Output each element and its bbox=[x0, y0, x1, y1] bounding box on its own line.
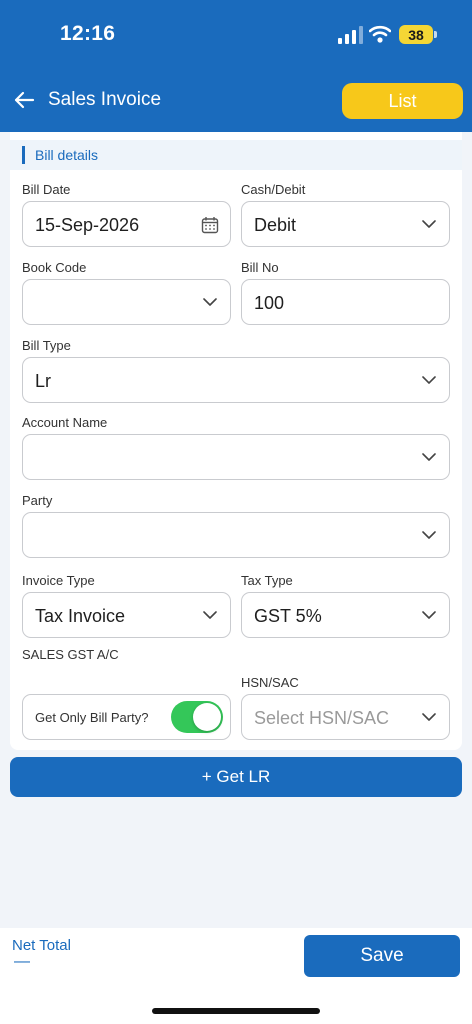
party-label: Party bbox=[22, 493, 53, 508]
bill-no-value: 100 bbox=[254, 293, 285, 313]
bill-no-label: Bill No bbox=[241, 260, 279, 275]
tax-type-value: GST 5% bbox=[254, 606, 322, 626]
tax-type-label: Tax Type bbox=[241, 573, 293, 588]
bill-details-card: Bill details Bill Date 15-Sep-2026 Cash/… bbox=[10, 132, 462, 750]
book-code-select[interactable] bbox=[22, 279, 231, 325]
party-select[interactable] bbox=[22, 512, 450, 558]
cash-debit-select[interactable]: Debit bbox=[241, 201, 450, 247]
bill-type-label: Bill Type bbox=[22, 338, 71, 353]
invoice-type-label: Invoice Type bbox=[22, 573, 95, 588]
tax-type-select[interactable]: GST 5% bbox=[241, 592, 450, 638]
net-total-value: — bbox=[14, 953, 30, 970]
chevron-down-icon bbox=[422, 220, 436, 228]
battery-icon: 38 bbox=[399, 25, 437, 44]
bill-date-value: 15-Sep-2026 bbox=[35, 215, 140, 235]
cash-debit-value: Debit bbox=[254, 215, 297, 235]
footer: Net Total — Save bbox=[0, 928, 472, 1024]
sales-gst-label: SALES GST A/C bbox=[22, 647, 119, 662]
hsn-sac-label: HSN/SAC bbox=[241, 675, 299, 690]
section-accent-bar bbox=[22, 146, 25, 164]
chevron-down-icon bbox=[422, 531, 436, 539]
bill-type-select[interactable]: Lr bbox=[22, 357, 450, 403]
get-only-bill-party-label: Get Only Bill Party? bbox=[35, 710, 149, 725]
chevron-down-icon bbox=[422, 611, 436, 619]
get-only-bill-party-row: Get Only Bill Party? bbox=[22, 694, 231, 740]
bill-no-input[interactable]: 100 bbox=[241, 279, 450, 325]
book-code-label: Book Code bbox=[22, 260, 87, 275]
toggle-knob bbox=[193, 703, 221, 731]
section-header: Bill details bbox=[10, 140, 462, 170]
calendar-icon[interactable] bbox=[201, 216, 219, 234]
header: 12:16 38 Sales Invoice List bbox=[0, 0, 472, 132]
net-total-label: Net Total bbox=[12, 937, 71, 954]
save-button[interactable]: Save bbox=[304, 935, 460, 977]
chevron-down-icon bbox=[203, 611, 217, 619]
back-arrow-icon[interactable] bbox=[12, 88, 36, 112]
wifi-icon bbox=[369, 25, 391, 43]
hsn-sac-select[interactable]: Select HSN/SAC bbox=[241, 694, 450, 740]
account-name-label: Account Name bbox=[22, 415, 108, 430]
invoice-type-value: Tax Invoice bbox=[35, 606, 126, 626]
cash-debit-label: Cash/Debit bbox=[241, 182, 306, 197]
cellular-signal-icon bbox=[338, 26, 363, 44]
get-only-bill-party-toggle[interactable] bbox=[171, 701, 223, 733]
bill-date-field[interactable]: 15-Sep-2026 bbox=[22, 201, 231, 247]
chevron-down-icon bbox=[203, 298, 217, 306]
invoice-type-select[interactable]: Tax Invoice bbox=[22, 592, 231, 638]
section-title: Bill details bbox=[35, 147, 99, 163]
home-indicator bbox=[152, 1008, 320, 1014]
account-name-select[interactable] bbox=[22, 434, 450, 480]
status-time: 12:16 bbox=[60, 22, 116, 45]
hsn-sac-placeholder: Select HSN/SAC bbox=[254, 708, 390, 728]
bill-date-label: Bill Date bbox=[22, 182, 71, 197]
list-button[interactable]: List bbox=[342, 83, 463, 119]
chevron-down-icon bbox=[422, 376, 436, 384]
chevron-down-icon bbox=[422, 453, 436, 461]
battery-level: 38 bbox=[408, 26, 424, 43]
bill-type-value: Lr bbox=[35, 371, 52, 391]
chevron-down-icon bbox=[422, 713, 436, 721]
page-title: Sales Invoice bbox=[48, 89, 162, 110]
get-lr-button[interactable]: + Get LR bbox=[10, 757, 462, 797]
